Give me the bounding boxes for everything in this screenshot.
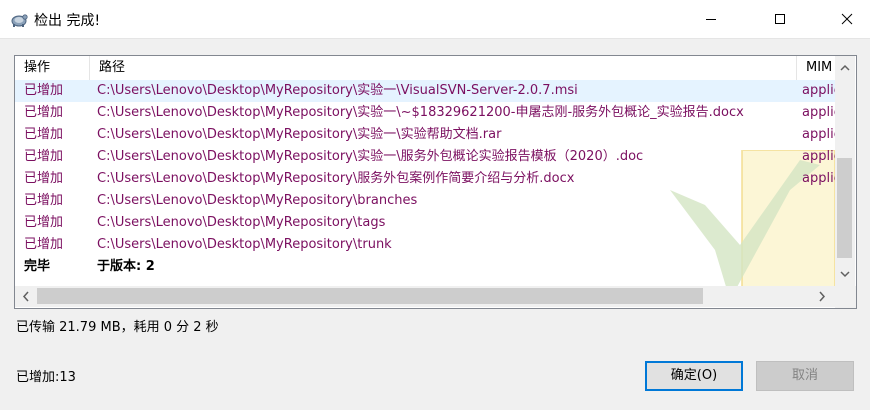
column-header-path[interactable]: 路径 — [90, 56, 797, 80]
table-row[interactable]: 已增加 C:\Users\Lenovo\Desktop\MyRepository… — [15, 80, 835, 102]
ok-button[interactable]: 确定(O) — [645, 361, 743, 391]
row-path: C:\Users\Lenovo\Desktop\MyRepository\tag… — [97, 215, 386, 230]
row-operation: 已增加 — [24, 215, 64, 230]
table-row[interactable]: 已增加 C:\Users\Lenovo\Desktop\MyRepository… — [15, 234, 835, 256]
list-body: 已增加 C:\Users\Lenovo\Desktop\MyRepository… — [15, 80, 835, 286]
row-mime: applic — [802, 127, 835, 142]
maximize-button[interactable] — [757, 0, 803, 38]
row-mime: applic — [802, 171, 835, 186]
table-row[interactable]: 完毕 于版本: 2 — [15, 256, 835, 278]
scroll-down-button[interactable] — [835, 265, 855, 283]
table-row[interactable]: 已增加 C:\Users\Lenovo\Desktop\MyRepository… — [15, 146, 835, 168]
column-header-mime[interactable]: MIM — [797, 56, 837, 80]
row-mime: applic — [802, 105, 835, 120]
table-row[interactable]: 已增加 C:\Users\Lenovo\Desktop\MyRepository… — [15, 124, 835, 146]
table-row[interactable]: 已增加 C:\Users\Lenovo\Desktop\MyRepository… — [15, 212, 835, 234]
maximize-icon — [775, 14, 785, 24]
row-operation: 完毕 — [24, 259, 51, 274]
row-mime: applic — [802, 83, 835, 98]
row-path: C:\Users\Lenovo\Desktop\MyRepository\实验一… — [97, 149, 644, 164]
row-mime: applic — [802, 149, 835, 164]
table-row[interactable]: 已增加 C:\Users\Lenovo\Desktop\MyRepository… — [15, 190, 835, 212]
horizontal-scroll-thumb[interactable] — [37, 288, 703, 304]
cancel-button[interactable]: 取消 — [756, 361, 854, 391]
scroll-up-button[interactable] — [835, 59, 855, 77]
tortoise-svn-icon — [10, 10, 28, 28]
row-operation: 已增加 — [24, 193, 64, 208]
row-operation: 已增加 — [24, 237, 64, 252]
title-bar: 检出 完成! — [0, 0, 870, 39]
horizontal-scrollbar[interactable] — [15, 286, 835, 307]
row-path: C:\Users\Lenovo\Desktop\MyRepository\实验一… — [97, 127, 502, 142]
chevron-right-icon — [819, 291, 826, 302]
added-count: 已增加:13 — [16, 370, 76, 385]
scroll-left-button[interactable] — [17, 288, 35, 305]
chevron-up-icon — [840, 64, 850, 71]
row-path: C:\Users\Lenovo\Desktop\MyRepository\实验一… — [97, 105, 744, 120]
row-operation: 已增加 — [24, 149, 64, 164]
row-operation: 已增加 — [24, 105, 64, 120]
scroll-right-button[interactable] — [813, 288, 831, 305]
table-row[interactable]: 已增加 C:\Users\Lenovo\Desktop\MyRepository… — [15, 168, 835, 190]
vertical-scrollbar[interactable] — [835, 56, 855, 286]
column-header-operation[interactable]: 操作 — [15, 56, 90, 80]
minimize-button[interactable] — [688, 0, 734, 38]
results-list[interactable]: 操作 路径 MIM 已增加 C:\Users\Lenovo\Desktop\My… — [14, 55, 857, 309]
table-row[interactable]: 已增加 C:\Users\Lenovo\Desktop\MyRepository… — [15, 102, 835, 124]
close-button[interactable] — [824, 0, 870, 38]
row-path: 于版本: 2 — [97, 259, 155, 274]
minimize-icon — [706, 19, 716, 20]
row-path: C:\Users\Lenovo\Desktop\MyRepository\tru… — [97, 237, 392, 252]
close-icon — [841, 13, 853, 25]
row-operation: 已增加 — [24, 171, 64, 186]
scrollbar-corner — [835, 286, 856, 308]
window-title: 检出 完成! — [34, 13, 101, 29]
list-header: 操作 路径 MIM — [15, 56, 835, 80]
chevron-left-icon — [22, 291, 29, 302]
chevron-down-icon — [840, 271, 850, 278]
row-path: C:\Users\Lenovo\Desktop\MyRepository\bra… — [97, 193, 418, 208]
row-path: C:\Users\Lenovo\Desktop\MyRepository\服务外… — [97, 171, 575, 186]
vertical-scroll-thumb[interactable] — [837, 158, 852, 258]
row-operation: 已增加 — [24, 127, 64, 142]
row-path: C:\Users\Lenovo\Desktop\MyRepository\实验一… — [97, 83, 578, 98]
row-operation: 已增加 — [24, 83, 64, 98]
transfer-status: 已传输 21.79 MB，耗用 0 分 2 秒 — [16, 320, 219, 335]
